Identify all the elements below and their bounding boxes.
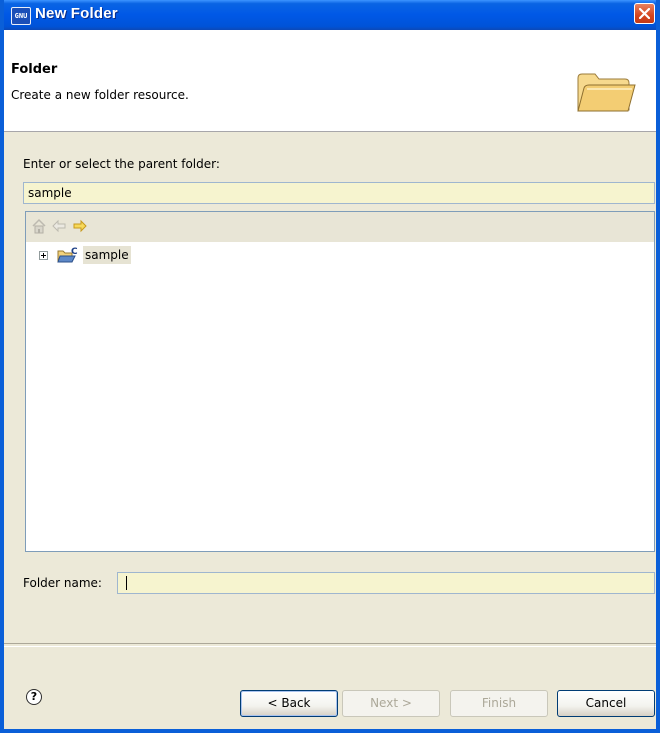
folder-name-input[interactable] [117, 572, 655, 594]
back-arrow-icon[interactable] [51, 218, 67, 234]
home-icon[interactable] [31, 218, 47, 234]
tree-item-label: sample [83, 246, 131, 264]
close-button[interactable] [634, 3, 655, 24]
project-folder-icon: C [57, 247, 78, 263]
folder-tree[interactable]: C sample [25, 211, 655, 552]
wizard-page-title: Folder [11, 62, 58, 77]
parent-folder-input[interactable] [23, 182, 655, 204]
svg-text:C: C [71, 247, 78, 257]
forward-arrow-icon[interactable] [72, 218, 88, 234]
window-title: New Folder [35, 5, 118, 22]
text-caret [126, 576, 127, 590]
next-button[interactable]: Next > [342, 690, 440, 717]
title-bar[interactable]: GNU New Folder [4, 0, 656, 30]
parent-folder-label: Enter or select the parent folder: [23, 157, 220, 171]
folder-name-label: Folder name: [23, 576, 102, 590]
cancel-button[interactable]: Cancel [557, 690, 655, 717]
back-button[interactable]: < Back [240, 690, 338, 717]
help-icon[interactable]: ? [26, 689, 42, 705]
close-icon [639, 8, 650, 19]
expand-toggle-icon[interactable] [39, 251, 48, 260]
footer-separator [4, 643, 656, 647]
wizard-page-description: Create a new folder resource. [11, 88, 189, 102]
wizard-banner: Folder Create a new folder resource. [4, 30, 656, 132]
finish-button[interactable]: Finish [450, 690, 548, 717]
open-folder-icon [577, 73, 636, 112]
app-icon: GNU [11, 7, 31, 25]
tree-toolbar [26, 212, 654, 242]
new-folder-dialog: GNU New Folder Folder Create a new folde… [0, 0, 660, 733]
